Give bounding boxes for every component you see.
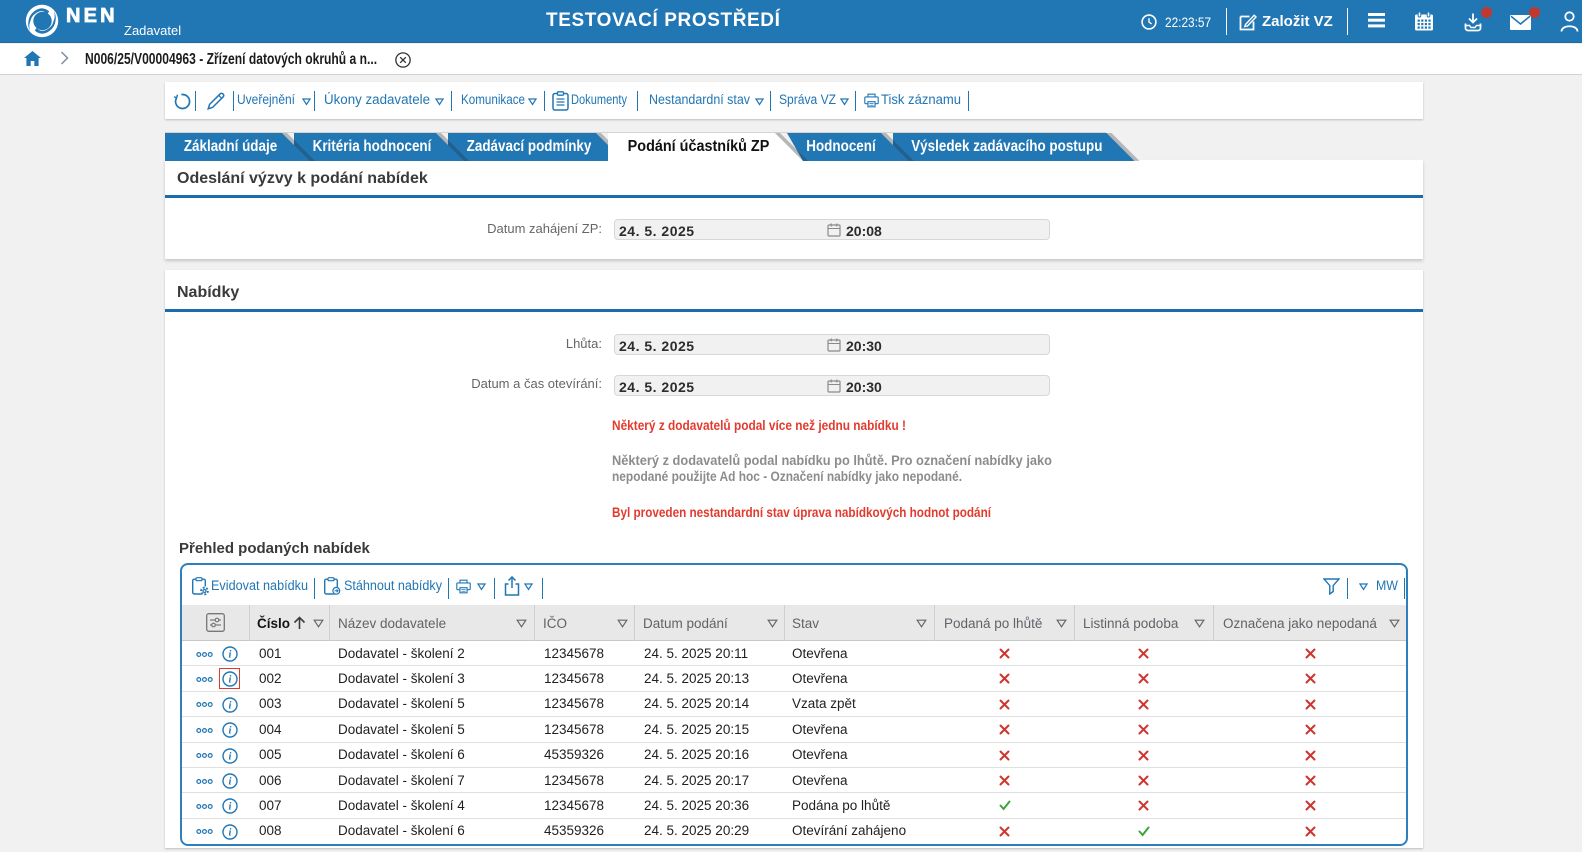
svg-text:i: i [229, 650, 232, 661]
svg-text:i: i [229, 827, 232, 838]
svg-text:i: i [229, 751, 232, 762]
svg-text:i: i [229, 700, 232, 711]
svg-text:i: i [229, 777, 232, 788]
svg-text:i: i [229, 802, 232, 813]
svg-text:i: i [229, 675, 232, 686]
svg-text:i: i [229, 726, 232, 737]
